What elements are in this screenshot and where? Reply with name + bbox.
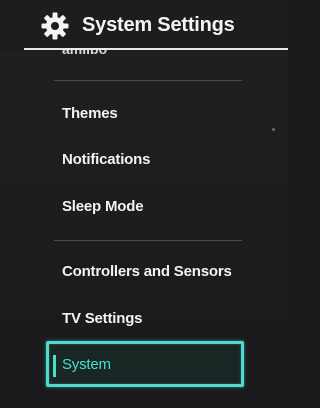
menu-item-label: Controllers and Sensors (62, 263, 232, 280)
menu-item-amiibo[interactable]: amiibo (62, 50, 182, 60)
section-divider (54, 240, 242, 241)
selection-indicator (53, 355, 56, 377)
scroll-indicator (272, 128, 275, 131)
header-bar: System Settings (0, 0, 288, 52)
menu-item-label: amiibo (62, 50, 182, 57)
menu-item-system[interactable]: System (46, 341, 244, 387)
menu-item-themes[interactable]: Themes (46, 96, 242, 132)
menu-item-label: TV Settings (62, 310, 143, 327)
menu-item-label: Themes (62, 105, 118, 122)
menu-item-sleep-mode[interactable]: Sleep Mode (46, 189, 242, 225)
gear-icon (41, 12, 69, 40)
menu-item-label: System (62, 356, 111, 373)
menu-item-controllers-and-sensors[interactable]: Controllers and Sensors (46, 254, 242, 290)
menu-item-tv-settings[interactable]: TV Settings (46, 301, 242, 337)
menu-item-label: Notifications (62, 151, 151, 168)
settings-screen: System Settings amiibo Themes Notificati… (0, 0, 288, 408)
menu-item-notifications[interactable]: Notifications (46, 142, 242, 178)
menu-item-label: Sleep Mode (62, 198, 144, 215)
section-divider (54, 80, 242, 81)
page-title: System Settings (82, 14, 235, 36)
